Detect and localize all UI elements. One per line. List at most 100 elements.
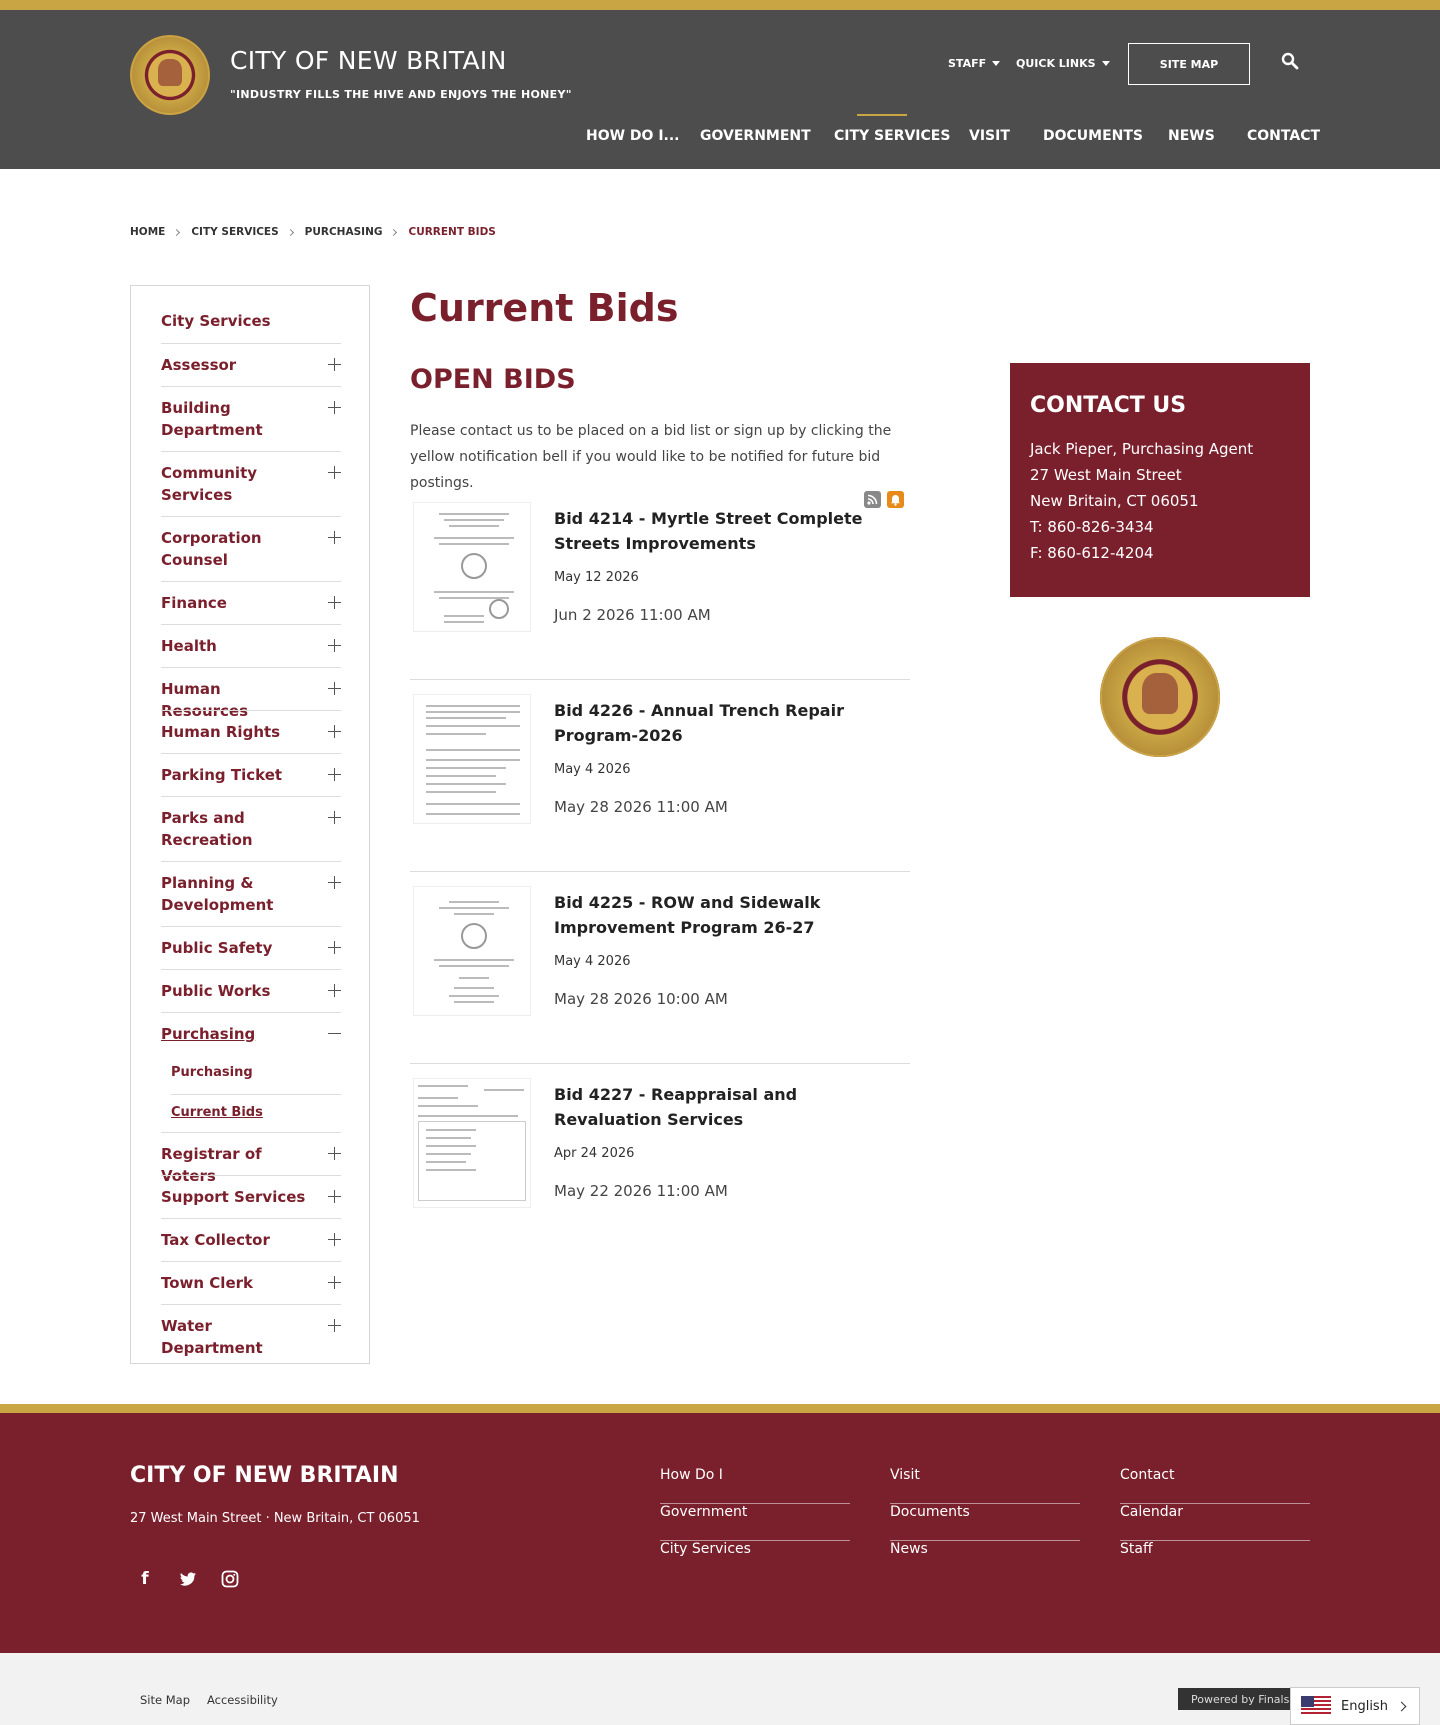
instagram-icon[interactable] [220,1569,240,1589]
bid-document-thumbnail[interactable] [413,1078,531,1208]
footer-address: 27 West Main Street · New Britain, CT 06… [130,1511,420,1526]
sidebar-item-label: Water Department [161,1317,263,1357]
contact-phone[interactable]: T: 860-826-3434 [1030,518,1154,536]
sidebar-item-planning-development[interactable]: Planning & Development [161,861,341,926]
site-motto: "INDUSTRY FILLS THE HIVE AND ENJOYS THE … [230,88,572,101]
plus-icon[interactable] [328,358,341,371]
plus-icon[interactable] [328,596,341,609]
plus-icon[interactable] [328,811,341,824]
bid-posted-date: May 4 2026 [554,762,631,777]
breadcrumb-home[interactable]: HOME [130,226,165,238]
footer-link-news[interactable]: News [890,1541,1080,1578]
nav-visit[interactable]: VISIT [969,128,1010,144]
bid-list-item[interactable]: Bid 4225 - ROW and Sidewalk Improvement … [410,872,910,1064]
sidebar-item-finance[interactable]: Finance [161,581,341,624]
plus-icon[interactable] [328,725,341,738]
plus-icon[interactable] [328,682,341,695]
powered-by-badge[interactable]: Powered by Finalsite [1178,1688,1290,1710]
breadcrumb-city-services[interactable]: CITY SERVICES [191,226,278,238]
footer-link-calendar[interactable]: Calendar [1120,1504,1310,1541]
footer-link-city-services[interactable]: City Services [660,1541,850,1578]
plus-icon[interactable] [328,639,341,652]
contact-street: 27 West Main Street [1030,466,1182,484]
city-seal-logo[interactable] [130,35,210,115]
sidebar-item-community-services[interactable]: Community Services [161,451,341,516]
sidebar-item-corporation-counsel[interactable]: Corporation Counsel [161,516,341,581]
plus-icon[interactable] [328,984,341,997]
sidebar-item-support-services[interactable]: Support Services [161,1175,341,1218]
plus-icon[interactable] [328,466,341,479]
footer-link-label: Government [660,1504,748,1520]
plus-icon[interactable] [328,1233,341,1246]
language-selector[interactable]: English [1290,1687,1420,1725]
minus-icon[interactable] [328,1027,341,1040]
breadcrumb-purchasing[interactable]: PURCHASING [305,226,383,238]
search-icon[interactable] [1281,52,1299,70]
contact-title: CONTACT US [1030,393,1187,418]
sidebar-item-building-department[interactable]: Building Department [161,386,341,451]
sidebar-item-parks-and-recreation[interactable]: Parks and Recreation [161,796,341,861]
bid-title-link[interactable]: Bid 4214 - Myrtle Street Complete Street… [554,506,904,556]
staff-menu[interactable]: STAFF [948,57,1001,70]
sidebar-item-parking-ticket[interactable]: Parking Ticket [161,753,341,796]
us-flag-icon [1301,1696,1331,1716]
footer-link-government[interactable]: Government [660,1504,850,1541]
bid-document-thumbnail[interactable] [413,694,531,824]
language-label: English [1341,1698,1388,1714]
bottom-site-map-link[interactable]: Site Map [140,1693,190,1707]
plus-icon[interactable] [328,768,341,781]
sidebar-item-registrar-of-voters[interactable]: Registrar of Voters [161,1132,341,1185]
bottom-accessibility-link[interactable]: Accessibility [207,1693,278,1707]
plus-icon[interactable] [328,1319,341,1332]
footer-link-staff[interactable]: Staff [1120,1541,1310,1578]
sidebar-subitem-current-bids[interactable]: Current Bids [171,1105,341,1120]
sidebar-item-tax-collector[interactable]: Tax Collector [161,1218,341,1261]
plus-icon[interactable] [328,1190,341,1203]
footer-link-documents[interactable]: Documents [890,1504,1080,1541]
footer-link-contact[interactable]: Contact [1120,1467,1310,1504]
bid-title-link[interactable]: Bid 4227 - Reappraisal and Revaluation S… [554,1082,904,1132]
sidebar-item-label: Human Rights [161,723,281,741]
facebook-icon[interactable]: f [135,1569,155,1589]
plus-icon[interactable] [328,1147,341,1160]
bid-list-item[interactable]: Bid 4227 - Reappraisal and Revaluation S… [410,1064,910,1256]
nav-government[interactable]: GOVERNMENT [700,128,811,144]
nav-news[interactable]: NEWS [1168,128,1215,144]
bid-list-item[interactable]: Bid 4226 - Annual Trench Repair Program-… [410,680,910,872]
chevron-right-icon [286,228,294,236]
bid-document-thumbnail[interactable] [413,886,531,1016]
plus-icon[interactable] [328,876,341,889]
nav-city-services[interactable]: CITY SERVICES [834,128,950,144]
quick-links-menu[interactable]: QUICK LINKS [1016,57,1110,70]
sidebar-item-health[interactable]: Health [161,624,341,667]
sidebar-title[interactable]: City Services [161,312,271,330]
plus-icon[interactable] [328,531,341,544]
sidebar-item-public-works[interactable]: Public Works [161,969,341,1012]
bid-title-link[interactable]: Bid 4226 - Annual Trench Repair Program-… [554,698,904,748]
sidebar-subitem-purchasing[interactable]: Purchasing [171,1065,341,1080]
bid-document-thumbnail[interactable] [413,502,531,632]
plus-icon[interactable] [328,401,341,414]
sidebar-item-water-department[interactable]: Water Department [161,1304,341,1357]
bid-posted-date: May 4 2026 [554,954,631,969]
sidebar-item-public-safety[interactable]: Public Safety [161,926,341,969]
sidebar-item-assessor[interactable]: Assessor [161,343,341,386]
plus-icon[interactable] [328,941,341,954]
footer-link-how-do-i[interactable]: How Do I [660,1467,850,1504]
bid-list-item[interactable]: Bid 4214 - Myrtle Street Complete Street… [410,488,910,680]
sidebar-item-town-clerk[interactable]: Town Clerk [161,1261,341,1304]
footer-accent-bar [0,1404,1440,1413]
nav-documents[interactable]: DOCUMENTS [1043,128,1143,144]
sidebar-item-human-rights[interactable]: Human Rights [161,710,341,753]
sidebar-item-human-resources[interactable]: Human Resources [161,667,341,720]
plus-icon[interactable] [328,1276,341,1289]
nav-how-do-i[interactable]: HOW DO I... [586,128,680,144]
nav-contact[interactable]: CONTACT [1247,128,1320,144]
twitter-icon[interactable] [178,1569,198,1589]
top-accent-bar [0,0,1440,10]
bid-title-link[interactable]: Bid 4225 - ROW and Sidewalk Improvement … [554,890,904,940]
site-title[interactable]: CITY OF NEW BRITAIN [230,46,507,75]
footer-link-visit[interactable]: Visit [890,1467,1080,1504]
sidebar-item-purchasing[interactable]: Purchasing [161,1012,341,1055]
site-map-button[interactable]: SITE MAP [1128,43,1250,85]
